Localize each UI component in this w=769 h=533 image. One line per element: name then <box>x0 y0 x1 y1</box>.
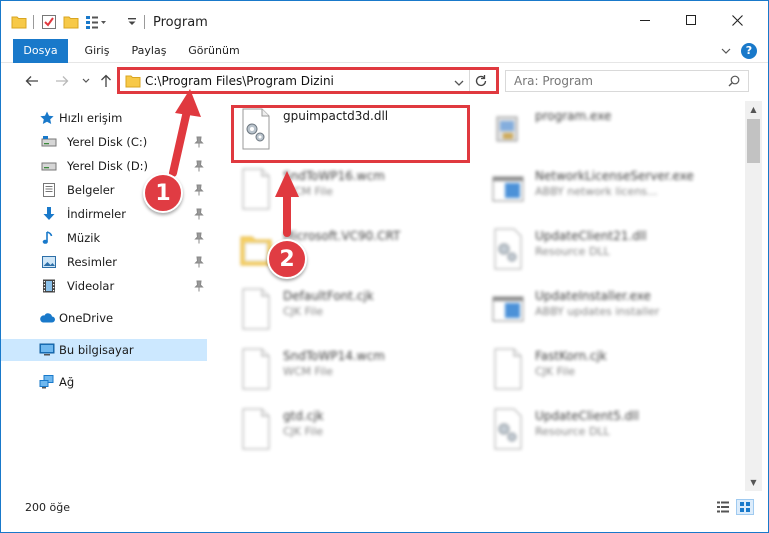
annotation-arrows <box>169 89 299 237</box>
arrow-1 <box>169 89 201 177</box>
step-badge-1: 1 <box>143 173 183 213</box>
file-explorer-window: Program Dosya Giriş Paylaş Görünüm ? C:\… <box>0 0 769 533</box>
arrow-2 <box>275 171 299 237</box>
step-badge-2: 2 <box>267 239 307 279</box>
